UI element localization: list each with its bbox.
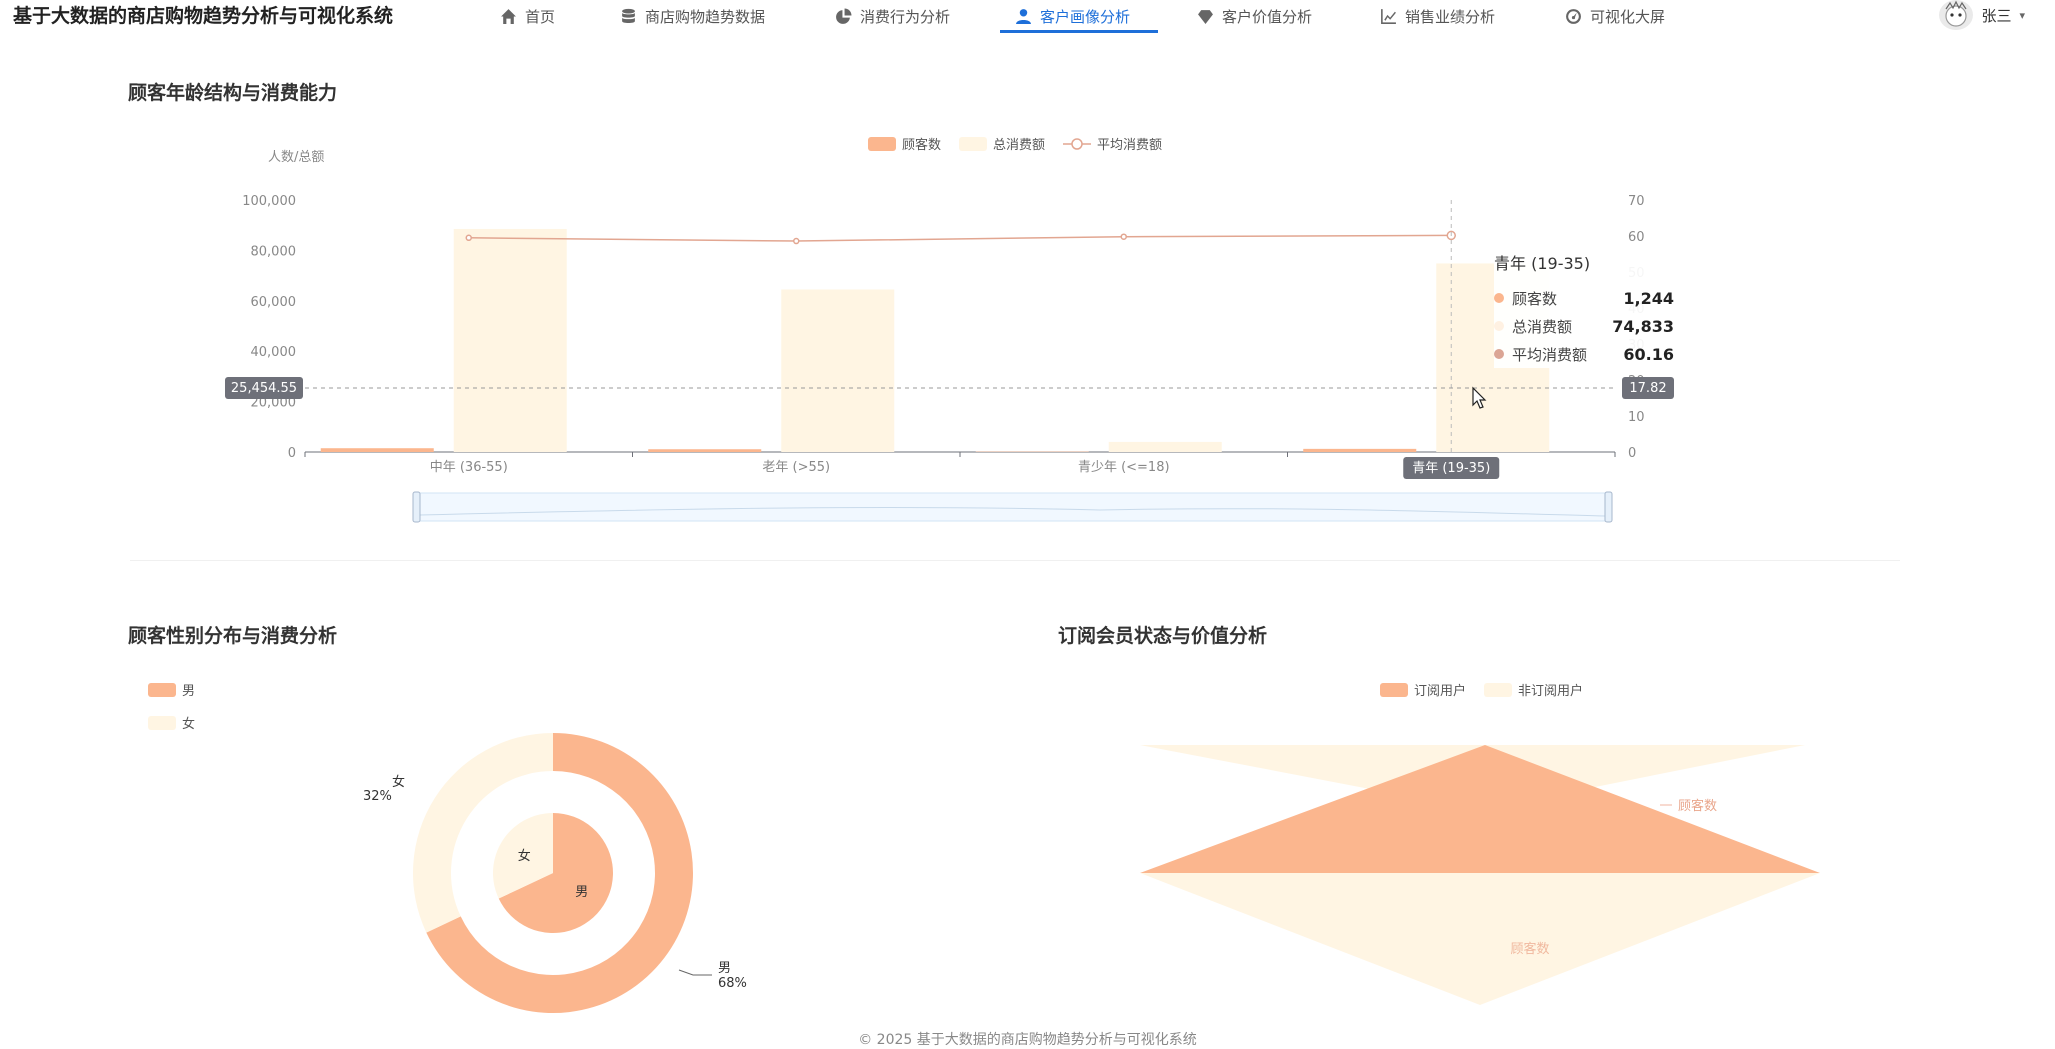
tooltip-row: 平均消费额60.16 bbox=[1494, 340, 1674, 368]
outer-label-female-pct: 32% bbox=[363, 789, 392, 804]
left-axis-name: 人数/总额 bbox=[268, 150, 324, 165]
line-avg bbox=[469, 235, 1452, 241]
section-title-subscription: 订阅会员状态与价值分析 bbox=[1058, 621, 1267, 648]
right-tick-label: 10 bbox=[1628, 410, 1645, 425]
series-label-subscribed: 顾客数 bbox=[1678, 798, 1717, 814]
age-consumption-chart[interactable]: 人数/总额100,00080,00060,00040,00020,0000706… bbox=[0, 0, 2055, 560]
outer-label-male-pct: 68% bbox=[718, 976, 747, 991]
chart-tooltip: 青年 (19-35) 顾客数1,244 总消费额74,833 平均消费额60.1… bbox=[1494, 250, 1674, 368]
left-tick-label: 60,000 bbox=[251, 295, 297, 310]
pointer-x-label: 青年 (19-35) bbox=[1412, 461, 1490, 476]
datazoom-handle-right bbox=[1605, 492, 1612, 522]
footer: © 2025 基于大数据的商店购物趋势分析与可视化系统 bbox=[0, 1029, 2055, 1049]
datazoom-handle-left bbox=[413, 492, 420, 522]
right-tick-label: 60 bbox=[1628, 230, 1645, 245]
legend-item-male[interactable]: 男 bbox=[148, 680, 195, 699]
bar-total bbox=[454, 229, 567, 452]
gender-pie-chart[interactable]: 男女男68%女32% bbox=[300, 700, 820, 1020]
legend-item-non-subscribed[interactable]: 非订阅用户 bbox=[1484, 680, 1583, 699]
label-line-male bbox=[679, 970, 712, 975]
section-divider bbox=[130, 560, 1900, 561]
left-tick-label: 80,000 bbox=[251, 244, 297, 259]
bar-customers bbox=[648, 449, 761, 452]
x-tick-label: 青少年 (<=18) bbox=[1078, 460, 1170, 475]
right-tick-label: 70 bbox=[1628, 194, 1645, 209]
tooltip-title: 青年 (19-35) bbox=[1494, 250, 1674, 274]
left-tick-label: 100,000 bbox=[242, 194, 296, 209]
inner-slice-label: 女 bbox=[518, 848, 531, 864]
pointer-left-label: 25,454.55 bbox=[231, 381, 297, 396]
left-tick-label: 0 bbox=[288, 446, 296, 461]
bar-total bbox=[1109, 442, 1222, 452]
datazoom-slider bbox=[415, 493, 1610, 521]
legend-item-subscribed[interactable]: 订阅用户 bbox=[1380, 680, 1466, 699]
inner-slice-label: 男 bbox=[575, 885, 588, 900]
bar-customers bbox=[1303, 449, 1416, 452]
left-tick-label: 40,000 bbox=[251, 345, 297, 360]
point-avg bbox=[794, 239, 799, 244]
bar-total bbox=[781, 289, 894, 452]
subscription-area-chart[interactable]: 顾客数顾客数 bbox=[1100, 730, 1940, 1010]
right-tick-label: 0 bbox=[1628, 446, 1636, 461]
section-title-gender: 顾客性别分布与消费分析 bbox=[128, 621, 337, 648]
area-non-subscribed-bottom-right bbox=[1480, 873, 1820, 1005]
series-label-non-subscribed: 顾客数 bbox=[1510, 941, 1549, 957]
bar-customers bbox=[321, 448, 434, 452]
gender-chart-legend[interactable]: 男 女 bbox=[148, 680, 195, 746]
point-avg bbox=[466, 235, 471, 240]
tooltip-row: 顾客数1,244 bbox=[1494, 284, 1674, 312]
area-non-subscribed-bottom bbox=[1140, 873, 1480, 1005]
outer-label-female-name: 女 bbox=[392, 774, 405, 790]
legend-item-female[interactable]: 女 bbox=[148, 713, 195, 732]
x-tick-label: 老年 (>55) bbox=[762, 460, 830, 475]
x-tick-label: 中年 (36-55) bbox=[430, 460, 508, 475]
point-avg bbox=[1121, 234, 1126, 239]
subscription-chart-legend[interactable]: 订阅用户 非订阅用户 bbox=[1380, 680, 1583, 699]
tooltip-row: 总消费额74,833 bbox=[1494, 312, 1674, 340]
outer-label-male-name: 男 bbox=[718, 961, 731, 976]
pointer-right-label: 17.82 bbox=[1629, 381, 1666, 396]
